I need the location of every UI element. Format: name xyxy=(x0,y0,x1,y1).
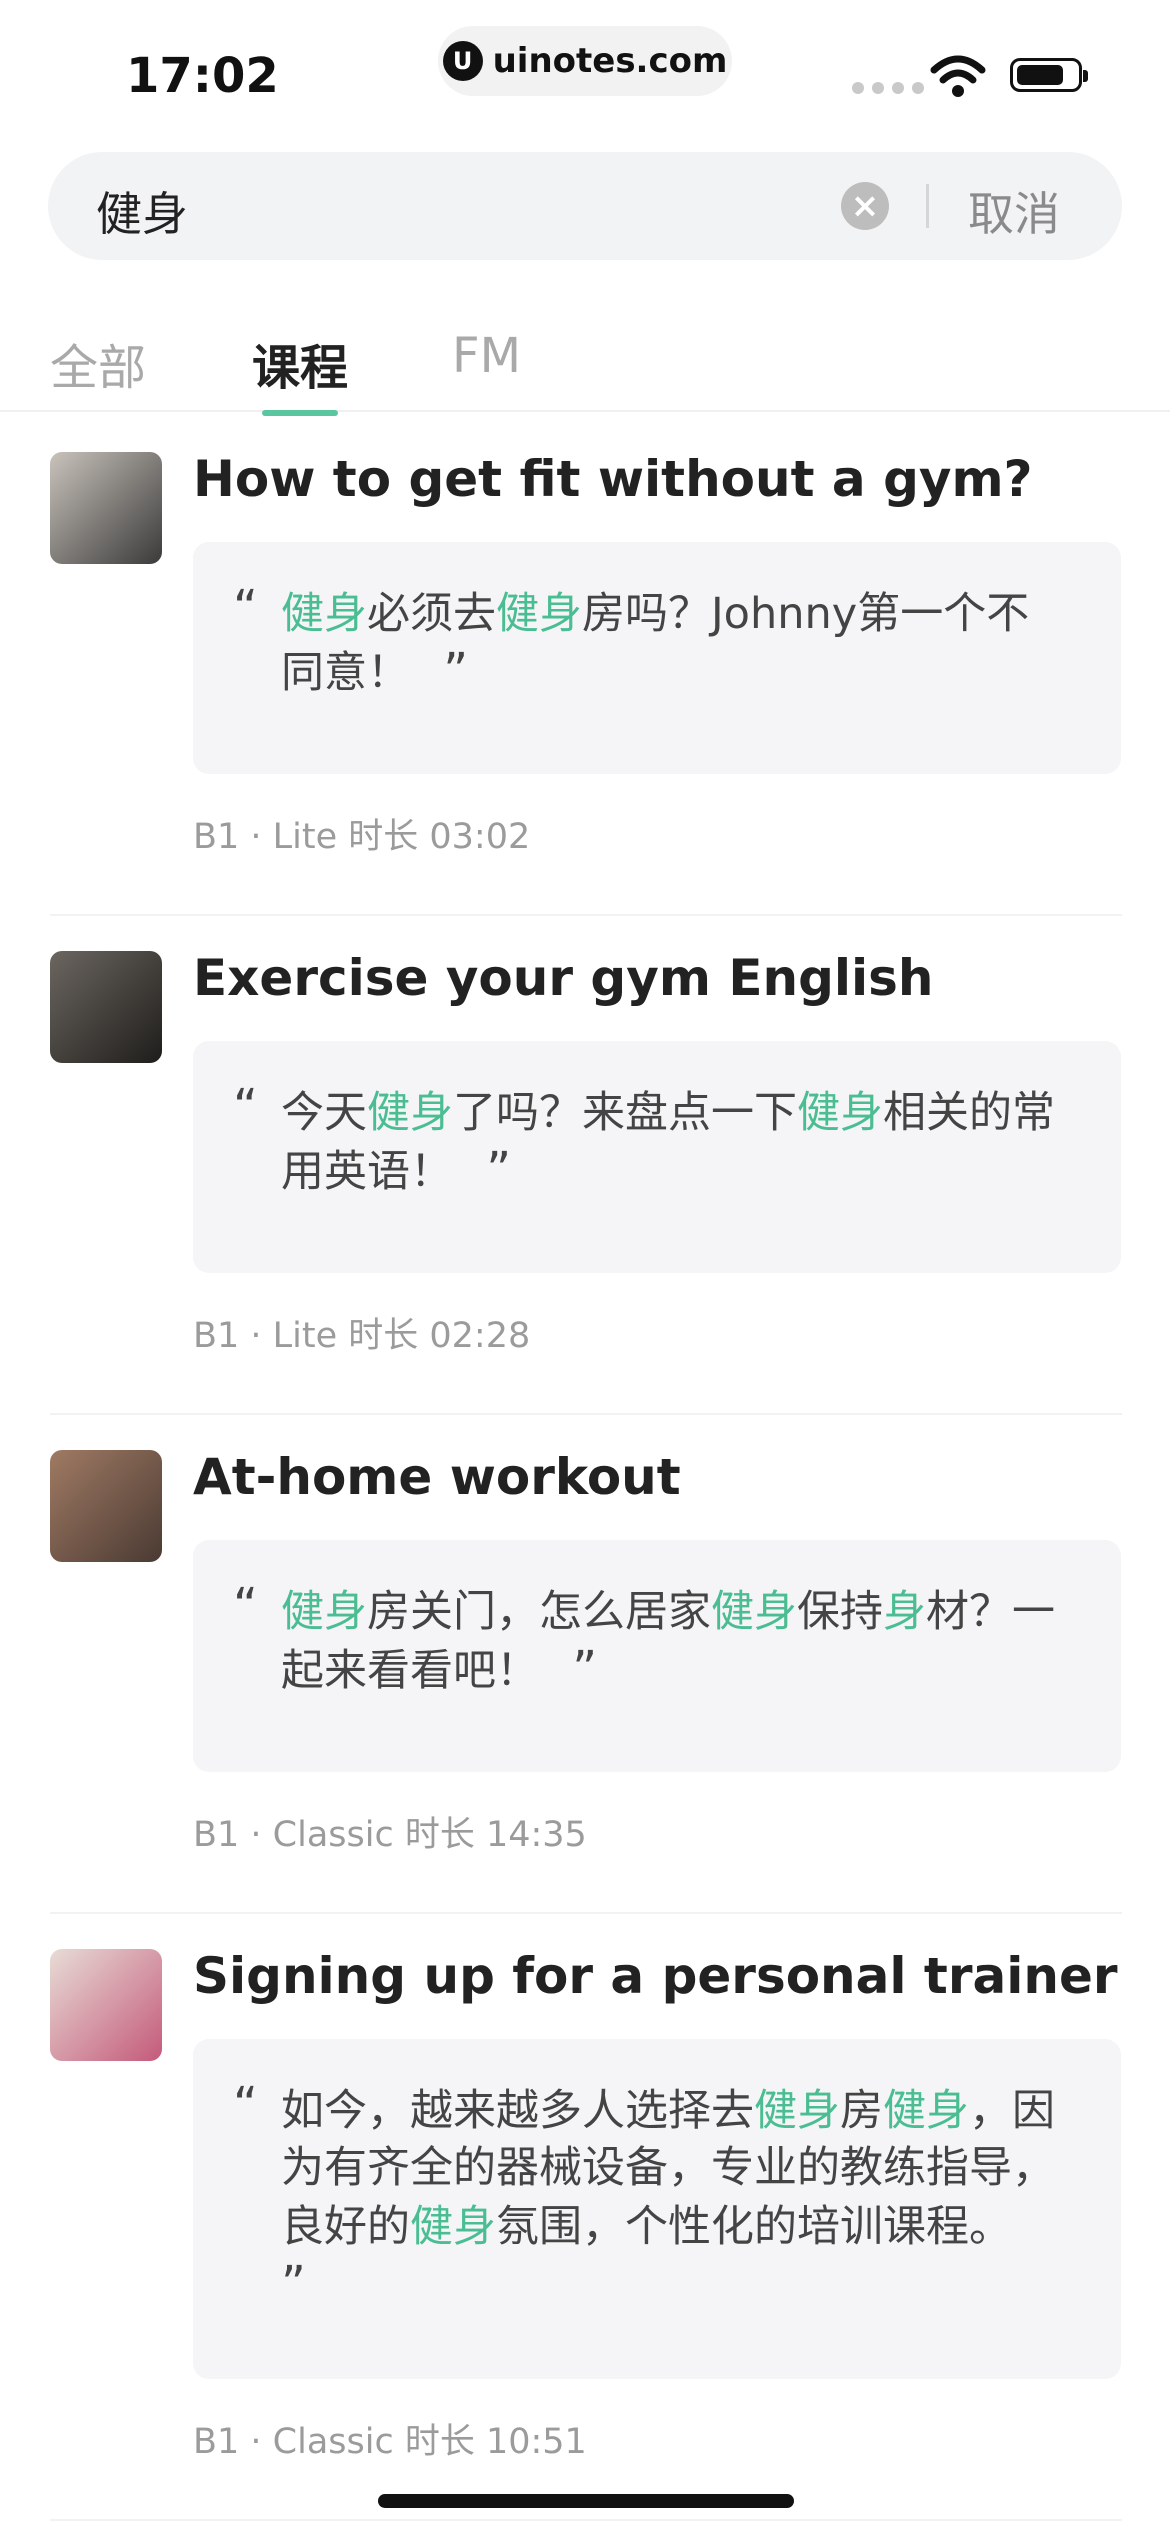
keyword-highlight: 健身 xyxy=(496,589,582,639)
list-divider xyxy=(50,2519,1122,2521)
wifi-icon xyxy=(930,55,986,97)
keyword-highlight: 身 xyxy=(883,1587,926,1637)
list-divider xyxy=(50,1413,1122,1415)
course-quote: 如今，越来越多人选择去健身房健身，因为有齐全的器械设备，专业的教练指导，良好的健… xyxy=(233,2077,1065,2315)
course-meta: B1 · Lite 时长 03:02 xyxy=(193,817,531,857)
site-logo-icon: U xyxy=(442,41,483,81)
search-divider xyxy=(926,184,929,228)
list-divider xyxy=(50,1912,1122,1914)
tab-label: 全部 xyxy=(50,340,147,396)
keyword-highlight: 健身 xyxy=(883,2086,969,2136)
home-indicator[interactable] xyxy=(378,2494,794,2508)
search-input[interactable]: 健身 xyxy=(96,178,188,244)
quote-text: 房 xyxy=(840,2086,883,2136)
course-thumbnail xyxy=(50,951,162,1063)
status-bar: 17:02 U uinotes.com xyxy=(0,0,1170,140)
clear-icon[interactable]: × xyxy=(841,182,889,230)
keyword-highlight: 健身 xyxy=(410,2202,496,2252)
quote-text: 了吗？来盘点一下 xyxy=(453,1088,797,1138)
quote-text: 氛围，个性化的培训课程。 xyxy=(496,2202,1012,2252)
course-meta: B1 · Classic 时长 10:51 xyxy=(193,2422,587,2462)
quote-text: 今天 xyxy=(281,1088,367,1138)
course-item[interactable]: Exercise your gym English 今天健身了吗？来盘点一下健身相… xyxy=(0,949,1170,1423)
course-title: Signing up for a personal trainer xyxy=(193,1947,1118,2005)
tab-1[interactable]: 课程 xyxy=(252,328,349,416)
active-tab-indicator xyxy=(262,410,339,416)
tab-bar: 全部 课程 FM xyxy=(0,320,1170,416)
keyword-highlight: 健身 xyxy=(281,1587,367,1637)
course-quote: 健身房关门，怎么居家健身保持身材？一起来看看吧！ xyxy=(233,1578,1065,1700)
status-time: 17:02 xyxy=(126,48,279,104)
quote-text: 必须去 xyxy=(367,589,496,639)
tab-2[interactable]: FM xyxy=(452,328,521,384)
course-quote: 健身必须去健身房吗？Johnny第一个不同意！ xyxy=(233,580,1065,702)
keyword-highlight: 健身 xyxy=(754,2086,840,2136)
quote-text: 房关门，怎么居家 xyxy=(367,1587,711,1637)
course-item[interactable]: At-home workout健身房关门，怎么居家健身保持身材？一起来看看吧！B… xyxy=(0,1448,1170,1922)
course-quote: 今天健身了吗？来盘点一下健身相关的常用英语！ xyxy=(233,1079,1065,1201)
quote-text: 保持 xyxy=(797,1587,883,1637)
keyword-highlight: 健身 xyxy=(281,589,367,639)
url-pill[interactable]: U uinotes.com xyxy=(438,26,732,96)
course-item[interactable]: Signing up for a personal trainer 如今，越来越多… xyxy=(0,1947,1170,2529)
keyword-highlight: 健身 xyxy=(711,1587,797,1637)
course-quote-box: 健身房关门，怎么居家健身保持身材？一起来看看吧！ xyxy=(193,1540,1121,1772)
course-thumbnail xyxy=(50,1949,162,2061)
course-title: How to get fit without a gym? xyxy=(193,450,1033,508)
list-divider xyxy=(50,914,1122,916)
tab-label: 课程 xyxy=(252,340,349,396)
course-meta: B1 · Lite 时长 02:28 xyxy=(193,1316,531,1356)
quote-text: 如今，越来越多人选择去 xyxy=(281,2086,754,2136)
battery-icon xyxy=(1010,58,1088,92)
tab-label: FM xyxy=(452,328,522,384)
cancel-button[interactable]: 取消 xyxy=(968,178,1060,244)
course-meta: B1 · Classic 时长 14:35 xyxy=(193,1815,587,1855)
course-quote-box: 如今，越来越多人选择去健身房健身，因为有齐全的器械设备，专业的教练指导，良好的健… xyxy=(193,2039,1121,2379)
site-url: uinotes.com xyxy=(492,41,728,81)
course-thumbnail xyxy=(50,452,162,564)
keyword-highlight: 健身 xyxy=(367,1088,453,1138)
course-thumbnail xyxy=(50,1450,162,1562)
keyword-highlight: 健身 xyxy=(797,1088,883,1138)
course-item[interactable]: How to get fit without a gym? 健身必须去健身房吗？J… xyxy=(0,450,1170,924)
tab-0[interactable]: 全部 xyxy=(50,328,146,398)
course-title: At-home workout xyxy=(193,1448,681,1506)
course-quote-box: 健身必须去健身房吗？Johnny第一个不同意！ xyxy=(193,542,1121,774)
search-bar: 健身 × 取消 xyxy=(48,152,1122,260)
course-quote-box: 今天健身了吗？来盘点一下健身相关的常用英语！ xyxy=(193,1041,1121,1273)
course-title: Exercise your gym English xyxy=(193,949,934,1007)
cellular-signal-icon xyxy=(852,82,924,94)
